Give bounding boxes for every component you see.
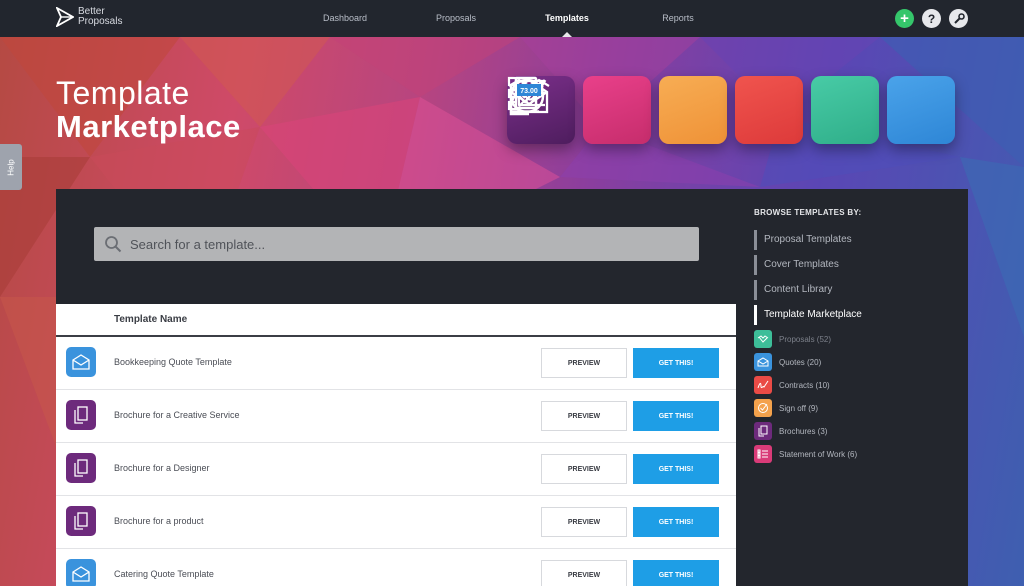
category-label: Sign off (9)	[779, 403, 818, 413]
table-row: Catering Quote Template PREVIEW GET THIS…	[56, 549, 736, 586]
category-label: Statement of Work (6)	[779, 449, 858, 459]
plus-icon: +	[900, 10, 909, 27]
templates-table: Template Name Bookkeeping Quote Template…	[56, 304, 736, 586]
hero-title-line2: Marketplace	[56, 109, 241, 144]
nav-reports[interactable]: Reports	[622, 0, 734, 37]
nav-actions: + ?	[895, 9, 968, 28]
category-label: Quotes (20)	[779, 357, 822, 367]
sidebar-heading: BROWSE TEMPLATES BY:	[754, 208, 862, 217]
marketplace-panel: Search for a template... Template Name B…	[56, 189, 968, 586]
preview-button[interactable]: PREVIEW	[541, 507, 627, 537]
sidebar-item-cover-templates[interactable]: Cover Templates	[754, 255, 954, 275]
checkmark-icon	[754, 399, 772, 417]
help-button[interactable]: ?	[922, 9, 941, 28]
settings-button[interactable]	[949, 9, 968, 28]
preview-button[interactable]: PREVIEW	[541, 454, 627, 484]
sidebar-links: Proposal Templates Cover Templates Conte…	[754, 230, 954, 325]
quote-icon	[66, 559, 96, 586]
table-row: Bookkeeping Quote Template PREVIEW GET T…	[56, 337, 736, 390]
get-this-button[interactable]: GET THIS!	[633, 560, 719, 586]
add-new-button[interactable]: +	[895, 9, 914, 28]
template-name: Brochure for a Designer	[114, 463, 210, 473]
hero-category-icons: 73.00	[507, 76, 955, 144]
quote-icon	[66, 347, 96, 377]
get-this-button[interactable]: GET THIS!	[633, 454, 719, 484]
nav-templates[interactable]: Templates	[512, 0, 622, 37]
table-row: Brochure for a Creative Service PREVIEW …	[56, 390, 736, 443]
quotes-category-icon[interactable]: 73.00	[509, 76, 955, 144]
table-row: Brochure for a product PREVIEW GET THIS!	[56, 496, 736, 549]
preview-button[interactable]: PREVIEW	[541, 560, 627, 586]
main-nav: Dashboard Proposals Templates Reports	[290, 0, 734, 37]
category-statement-of-work[interactable]: Statement of Work (6)	[754, 445, 954, 463]
top-navigation-bar: Better Proposals Dashboard Proposals Tem…	[0, 0, 1024, 37]
template-name: Brochure for a Creative Service	[114, 410, 240, 420]
brochure-icon	[66, 453, 96, 483]
paper-plane-logo-icon	[56, 7, 74, 27]
category-quotes[interactable]: Quotes (20)	[754, 353, 954, 371]
category-list: Proposals (52) Quotes (20) Contracts (10…	[754, 330, 954, 463]
sign-off-category-icon[interactable]	[509, 76, 727, 144]
column-template-name: Template Name	[114, 314, 188, 325]
category-label: Brochures (3)	[779, 426, 828, 436]
help-tab-label: Help	[6, 158, 16, 176]
nav-dashboard[interactable]: Dashboard	[290, 0, 400, 37]
table-header: Template Name	[56, 304, 736, 337]
proposals-category-icon[interactable]	[508, 76, 879, 144]
browse-sidebar: BROWSE TEMPLATES BY: Proposal Templates …	[754, 208, 954, 468]
table-row: Brochure for a Designer PREVIEW GET THIS…	[56, 443, 736, 496]
category-proposals[interactable]: Proposals (52)	[754, 330, 954, 348]
category-sign-off[interactable]: Sign off (9)	[754, 399, 954, 417]
preview-button[interactable]: PREVIEW	[541, 401, 627, 431]
sidebar-item-template-marketplace[interactable]: Template Marketplace	[754, 305, 954, 325]
checklist-icon	[754, 445, 772, 463]
search-placeholder: Search for a template...	[130, 236, 266, 252]
hero-title-line1: Template	[56, 75, 190, 111]
preview-button[interactable]: PREVIEW	[541, 348, 627, 378]
brochure-icon	[66, 506, 96, 536]
help-side-tab[interactable]: Help	[0, 144, 22, 190]
envelope-icon	[754, 353, 772, 371]
brochure-icon	[66, 400, 96, 430]
get-this-button[interactable]: GET THIS!	[633, 348, 719, 378]
category-brochures[interactable]: Brochures (3)	[754, 422, 954, 440]
get-this-button[interactable]: GET THIS!	[633, 507, 719, 537]
brand-logo[interactable]: Better Proposals	[56, 7, 148, 27]
category-contracts[interactable]: Contracts (10)	[754, 376, 954, 394]
brochure-icon	[754, 422, 772, 440]
brand-name: Better Proposals	[78, 6, 123, 27]
category-label: Proposals (52)	[779, 334, 832, 344]
sidebar-item-proposal-templates[interactable]: Proposal Templates	[754, 230, 954, 250]
search-icon	[105, 236, 122, 253]
wrench-icon	[953, 12, 965, 24]
handshake-icon	[754, 330, 772, 348]
signature-icon	[754, 376, 772, 394]
sidebar-item-content-library[interactable]: Content Library	[754, 280, 954, 300]
template-name: Bookkeeping Quote Template	[114, 357, 232, 367]
get-this-button[interactable]: GET THIS!	[633, 401, 719, 431]
category-label: Contracts (10)	[779, 380, 830, 390]
template-search-input[interactable]: Search for a template...	[94, 227, 699, 261]
contracts-category-icon[interactable]	[509, 76, 803, 144]
question-icon: ?	[927, 11, 936, 26]
template-name: Brochure for a product	[114, 516, 204, 526]
quote-amount-label: 73.00	[520, 88, 538, 95]
template-name: Catering Quote Template	[114, 569, 214, 579]
nav-proposals[interactable]: Proposals	[400, 0, 512, 37]
statement-of-work-category-icon[interactable]	[507, 76, 651, 144]
